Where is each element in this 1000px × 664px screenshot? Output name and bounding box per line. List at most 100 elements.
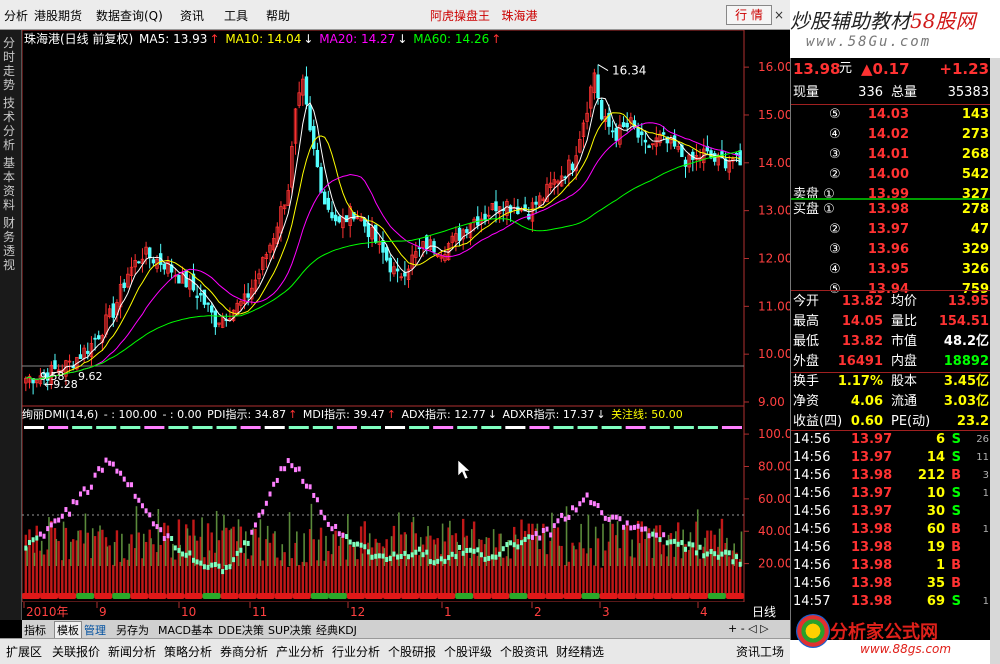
- menu-item-3[interactable]: 资讯: [180, 7, 204, 24]
- dmi-pdi-dot: [297, 466, 301, 472]
- side-tab-1[interactable]: 技术分析: [3, 96, 19, 152]
- dmi-pdi-dot: [151, 521, 155, 527]
- dmi-pdi-dot: [155, 524, 159, 530]
- dmi-pdi-dot: [407, 554, 411, 560]
- bottom-tab-10[interactable]: 财经精选: [556, 643, 604, 660]
- dmi-red-bar: [268, 542, 272, 596]
- dmi-status-seg: [401, 593, 420, 599]
- bottom-tab-5[interactable]: 产业分析: [276, 643, 324, 660]
- dmi-pdi-dot: [618, 516, 622, 522]
- indicator-tab-5[interactable]: DDE决策: [218, 622, 264, 638]
- dmi-band-seg: [192, 426, 213, 429]
- main-legend: 珠海港(日线 前复权) MA5: 13.93 ↑ MA10: 14.04 ↓ MA2…: [24, 31, 503, 47]
- bottom-tab-3[interactable]: 策略分析: [164, 643, 212, 660]
- bottom-tab-2[interactable]: 新闻分析: [108, 643, 156, 660]
- dmi-pdi-dot: [232, 557, 236, 563]
- dmi-green-bar: [689, 532, 692, 566]
- sell-row-3-1: 14.00: [867, 167, 909, 182]
- dmi-red-bar: [356, 559, 359, 596]
- candle-body: [111, 303, 115, 318]
- dmi-red-bar: [684, 544, 687, 596]
- candle-body: [661, 132, 666, 135]
- side-tab-0[interactable]: 分时走势: [3, 36, 19, 92]
- ad-title: 炒股辅助教材58股网: [790, 5, 975, 34]
- legend-dmi-a: - : 100.00: [103, 408, 157, 421]
- dmi-red-bar: [582, 548, 585, 596]
- bottom-tab-info[interactable]: 资讯工场: [736, 643, 784, 660]
- bottom-tab-0[interactable]: 扩展区: [6, 643, 42, 660]
- bottom-tab-7[interactable]: 个股研报: [388, 643, 436, 660]
- dmi-status-seg: [58, 593, 77, 599]
- dmi-band-seg: [385, 426, 406, 429]
- menu-item-0[interactable]: 分析: [4, 7, 28, 24]
- bottom-tab-6[interactable]: 行业分析: [332, 643, 380, 660]
- sell-row-0: ⑤ 14.03 143: [791, 106, 991, 124]
- adx-arrow-down-icon: ↓: [487, 408, 497, 421]
- indicator-tab-0[interactable]: 指标: [24, 622, 46, 638]
- indicator-tab-1[interactable]: 模板: [54, 621, 82, 639]
- dmi-status-seg: [94, 593, 113, 599]
- kline-chart[interactable]: 16.00 15.00 14.00 13.00 12.00 11.00 10.00 9.00 1…: [22, 30, 790, 620]
- dmi-pdi-dot: [326, 521, 330, 527]
- dmi-green-bar: [361, 553, 364, 566]
- buy-row-0-0: 买盘 ①: [793, 202, 835, 217]
- menu-item-4[interactable]: 工具: [224, 7, 248, 24]
- tick-row-2-0: 14:56: [793, 468, 831, 483]
- dmi-band-seg: [625, 426, 646, 429]
- bottom-tab-1[interactable]: 关联报价: [52, 643, 100, 660]
- ad-banner[interactable]: 炒股辅助教材58股网 www.58Gu.com: [790, 0, 1000, 58]
- dmi-pdi-dot: [447, 555, 451, 561]
- sell-row-2: ③ 14.01 268: [791, 146, 991, 164]
- dmi-status-seg: [166, 593, 185, 599]
- y-tick-4: 12.00: [758, 251, 790, 265]
- dmi-pdi-dot: [130, 482, 134, 488]
- chart-area[interactable]: 16.00 15.00 14.00 13.00 12.00 11.00 10.00 9.00 1…: [22, 30, 790, 620]
- buy-row-3-0: ④: [829, 262, 841, 277]
- bottom-tab-8[interactable]: 个股评级: [444, 643, 492, 660]
- candle-body: [395, 268, 400, 272]
- indicator-tab-2[interactable]: 管理: [84, 622, 106, 638]
- dmi-pdi-dot: [86, 489, 90, 495]
- dmi-pdi-dot: [381, 553, 385, 559]
- menu-bar: 分析 港股期货 数据查询(Q) 资讯 工具 帮助 阿虎操盘王 珠海港 行 情 ×: [0, 0, 790, 30]
- candle-body: [647, 145, 651, 148]
- bottom-tab-4[interactable]: 券商分析: [220, 643, 268, 660]
- dmi-pdi-dot: [684, 546, 688, 552]
- tick-row-7-0: 14:56: [793, 558, 831, 573]
- dmi-red-bar: [283, 552, 286, 596]
- stat-row-3-3: 18892: [943, 354, 989, 369]
- dmi-band-seg: [72, 426, 93, 429]
- indicator-tab-6[interactable]: SUP决策: [268, 622, 312, 638]
- menu-item-1[interactable]: 港股期货: [34, 7, 82, 24]
- stat2-row-1: 净资 4.06 流通 3.03亿: [791, 393, 991, 411]
- dmi-tick-4: 20.00: [758, 557, 790, 571]
- dmi-pdi-dot: [38, 531, 42, 537]
- bottom-tab-9[interactable]: 个股资讯: [500, 643, 548, 660]
- dmi-red-bar: [545, 554, 549, 596]
- close-icon[interactable]: ×: [774, 8, 784, 22]
- app-title: 阿虎操盘王 珠海港: [430, 7, 537, 24]
- dmi-red-bar: [276, 557, 279, 596]
- indicator-tab-3[interactable]: 另存为: [116, 622, 149, 638]
- dmi-status-seg: [689, 593, 708, 599]
- dmi-green-bar: [514, 534, 517, 566]
- dmi-pdi-dot: [319, 509, 323, 515]
- dmi-red-bar: [378, 542, 381, 596]
- indicator-tab-7[interactable]: 经典KDJ: [316, 622, 357, 638]
- y-tick-7: 9.00: [758, 395, 785, 409]
- candle-body: [636, 127, 640, 138]
- dmi-pdi-dot: [115, 468, 119, 474]
- side-tab-2[interactable]: 基本资料: [3, 156, 19, 212]
- menu-item-5[interactable]: 帮助: [266, 7, 290, 24]
- menu-item-2[interactable]: 数据查询(Q): [96, 7, 163, 24]
- indicator-tab-4[interactable]: MACD基本: [158, 622, 213, 638]
- dmi-pdi-dot: [217, 563, 221, 569]
- quote-button[interactable]: 行 情: [726, 5, 772, 25]
- dmi-red-bar: [181, 552, 184, 596]
- candle-body: [304, 76, 309, 105]
- dmi-pdi-dot: [680, 540, 684, 546]
- right-scrollbar[interactable]: [990, 58, 1000, 664]
- dmi-pdi-dot: [490, 554, 494, 560]
- side-tab-3[interactable]: 财务透视: [3, 216, 19, 272]
- chart-scroll-buttons[interactable]: + - ◁ ▷: [728, 622, 769, 635]
